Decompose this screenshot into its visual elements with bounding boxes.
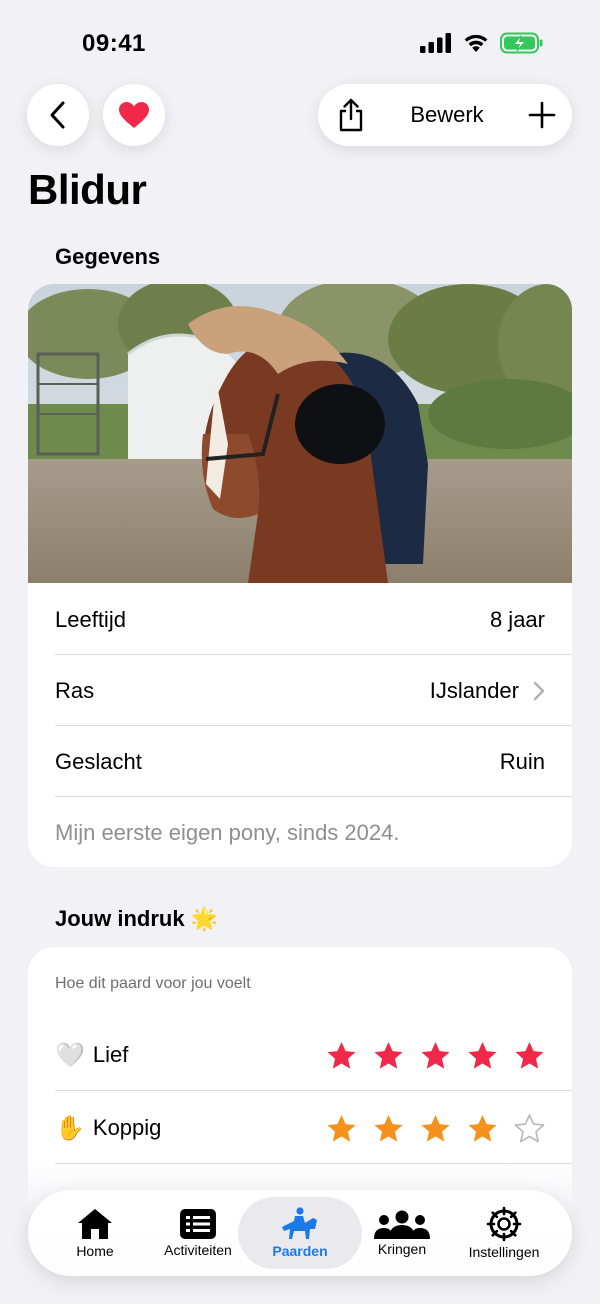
tab-label: Activiteiten	[164, 1242, 232, 1258]
detail-row-age: Leeftijd 8 jaar	[55, 584, 545, 655]
page-title: Blidur	[28, 166, 147, 213]
detail-label: Leeftijd	[55, 606, 126, 632]
tab-kringen[interactable]: Kringen	[362, 1190, 442, 1276]
white-heart-icon: 🤍	[55, 1041, 85, 1069]
horse-note: Mijn eerste eigen pony, sinds 2024.	[55, 820, 400, 845]
tab-label: Kringen	[377, 1241, 427, 1257]
details-section-title: Gegevens	[55, 244, 161, 269]
plus-icon[interactable]	[528, 101, 556, 129]
rating-label: ✋ Koppig	[55, 1114, 161, 1143]
star-rating[interactable]	[326, 1040, 545, 1071]
detail-row-breed[interactable]: Ras IJslander	[55, 655, 545, 726]
group-icon	[374, 1210, 430, 1239]
detail-label: Geslacht	[55, 748, 142, 774]
star-rating[interactable]	[326, 1113, 545, 1144]
star-filled-icon[interactable]	[326, 1040, 357, 1071]
impression-subtitle: Hoe dit paard voor jou voelt	[55, 975, 251, 992]
list-icon	[180, 1209, 216, 1239]
heart-icon	[119, 102, 149, 128]
impression-section-title: Jouw indruk 🌟	[55, 906, 218, 932]
divider	[55, 1090, 572, 1091]
star-filled-icon[interactable]	[514, 1040, 545, 1071]
impression-title-text: Jouw indruk	[55, 906, 185, 931]
cellular-signal-icon	[420, 33, 451, 53]
tab-label: Instellingen	[468, 1244, 540, 1260]
gear-icon	[486, 1206, 522, 1242]
home-icon	[78, 1209, 112, 1239]
tab-activiteiten[interactable]: Activiteiten	[154, 1190, 242, 1276]
detail-value: 8 jaar	[489, 606, 545, 632]
tab-label: Home	[76, 1243, 114, 1259]
share-icon[interactable]	[336, 98, 366, 132]
star-filled-icon[interactable]	[420, 1040, 451, 1071]
star-filled-icon[interactable]	[467, 1113, 498, 1144]
star-empty-icon[interactable]	[514, 1113, 545, 1144]
rating-label: 🤍 Lief	[55, 1041, 128, 1070]
raised-hand-icon: ✋	[55, 1114, 85, 1142]
chevron-left-icon	[50, 101, 65, 129]
sparkle-star-icon: 🌟	[190, 906, 218, 931]
tab-instellingen[interactable]: Instellingen	[458, 1190, 550, 1276]
detail-value-group: IJslander	[430, 678, 545, 704]
star-filled-icon[interactable]	[373, 1040, 404, 1071]
rating-row-koppig: ✋ Koppig	[55, 1092, 545, 1164]
edit-button[interactable]: Bewerk	[410, 102, 483, 128]
rating-row-lief: 🤍 Lief	[55, 1019, 545, 1091]
star-filled-icon[interactable]	[467, 1040, 498, 1071]
status-bar: 09:41	[0, 0, 600, 88]
tab-paarden[interactable]: Paarden	[258, 1190, 342, 1276]
status-icons	[420, 32, 544, 54]
star-filled-icon[interactable]	[373, 1113, 404, 1144]
star-filled-icon[interactable]	[420, 1113, 451, 1144]
status-time: 09:41	[82, 30, 146, 57]
wifi-icon	[464, 34, 488, 52]
detail-row-sex: Geslacht Ruin	[55, 726, 545, 797]
action-pill: Bewerk	[318, 84, 572, 146]
chevron-right-icon	[533, 681, 545, 700]
divider	[55, 796, 572, 797]
details-card: Leeftijd 8 jaar Ras IJslander Geslacht R…	[28, 284, 572, 867]
battery-charging-icon	[500, 32, 543, 54]
detail-value: IJslander	[429, 677, 519, 703]
detail-value: Ruin	[499, 748, 545, 774]
tab-home[interactable]: Home	[54, 1190, 136, 1276]
tab-bar: Home Activiteiten Paarden Kringen Instel…	[28, 1190, 572, 1276]
back-button[interactable]	[27, 84, 89, 146]
favorite-button[interactable]	[103, 84, 165, 146]
star-filled-icon[interactable]	[326, 1113, 357, 1144]
tab-label: Paarden	[272, 1243, 328, 1259]
detail-label: Ras	[55, 677, 95, 703]
horse-rider-icon	[282, 1207, 317, 1239]
rating-label-text: Koppig	[92, 1115, 162, 1140]
horse-photo	[28, 284, 572, 583]
rating-label-text: Lief	[92, 1042, 129, 1067]
